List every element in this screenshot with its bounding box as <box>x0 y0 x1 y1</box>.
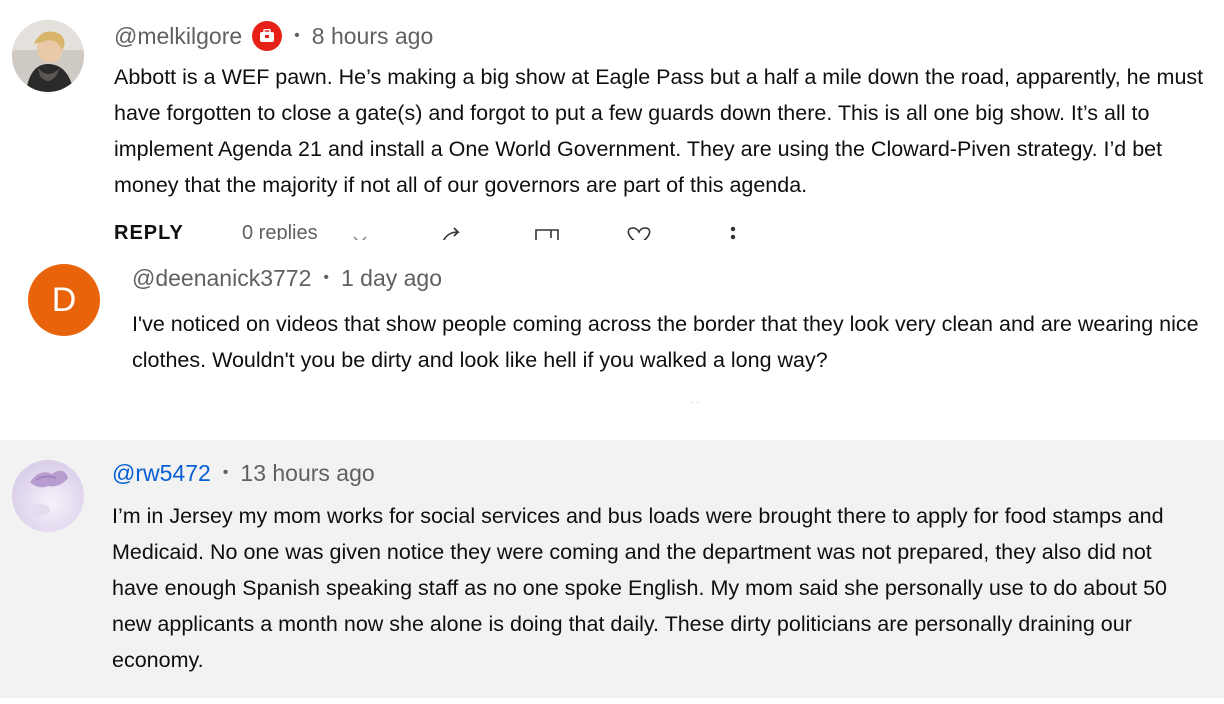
share-icon[interactable] <box>440 226 464 240</box>
creator-badge-icon <box>252 21 283 51</box>
comment-author[interactable]: @melkilgore <box>114 23 242 50</box>
comment-header: @rw5472 • 13 hours ago <box>112 457 375 489</box>
comment-time[interactable]: 1 day ago <box>341 265 442 292</box>
replies-count: 0 replies <box>242 222 318 240</box>
comment-item: @melkilgore • 8 hours ago Abbott is a WE… <box>0 0 1224 240</box>
heart-icon[interactable] <box>624 226 654 240</box>
avatar[interactable] <box>12 20 84 92</box>
save-icon[interactable] <box>534 226 560 240</box>
loading-indicator: · · <box>690 397 700 408</box>
comment-header: @deenanick3772 • 1 day ago <box>132 262 442 294</box>
comment-item: D @deenanick3772 • 1 day ago I've notice… <box>0 240 1224 440</box>
avatar[interactable]: D <box>28 264 100 336</box>
chevron-down-icon[interactable] <box>352 228 368 240</box>
comment-time[interactable]: 8 hours ago <box>312 23 433 50</box>
replies-toggle[interactable]: 0 replies <box>242 222 318 240</box>
separator: • <box>323 269 329 286</box>
separator: • <box>222 464 229 481</box>
comment-author[interactable]: @deenanick3772 <box>132 265 311 292</box>
comment-time[interactable]: 13 hours ago <box>240 460 374 487</box>
more-vert-icon[interactable] <box>730 226 736 240</box>
comments-list: @melkilgore • 8 hours ago Abbott is a WE… <box>0 0 1224 704</box>
reply-button[interactable]: REPLY <box>114 222 184 240</box>
comment-actions: REPLY 0 replies <box>114 222 794 240</box>
comment-item-highlighted: @rw5472 • 13 hours ago I’m in Jersey my … <box>0 440 1224 698</box>
comment-text: I’m in Jersey my mom works for social se… <box>112 504 1167 672</box>
separator: • <box>294 27 300 44</box>
avatar-photo <box>12 20 84 92</box>
comment-text: Abbott is a WEF pawn. He’s making a big … <box>114 65 1204 197</box>
avatar-photo <box>12 460 84 532</box>
comment-author[interactable]: @rw5472 <box>112 460 211 487</box>
comment-header: @melkilgore • 8 hours ago <box>114 20 433 52</box>
avatar[interactable] <box>12 460 84 532</box>
comment-text: I've noticed on videos that show people … <box>132 312 1199 372</box>
avatar-letter: D <box>51 280 77 319</box>
